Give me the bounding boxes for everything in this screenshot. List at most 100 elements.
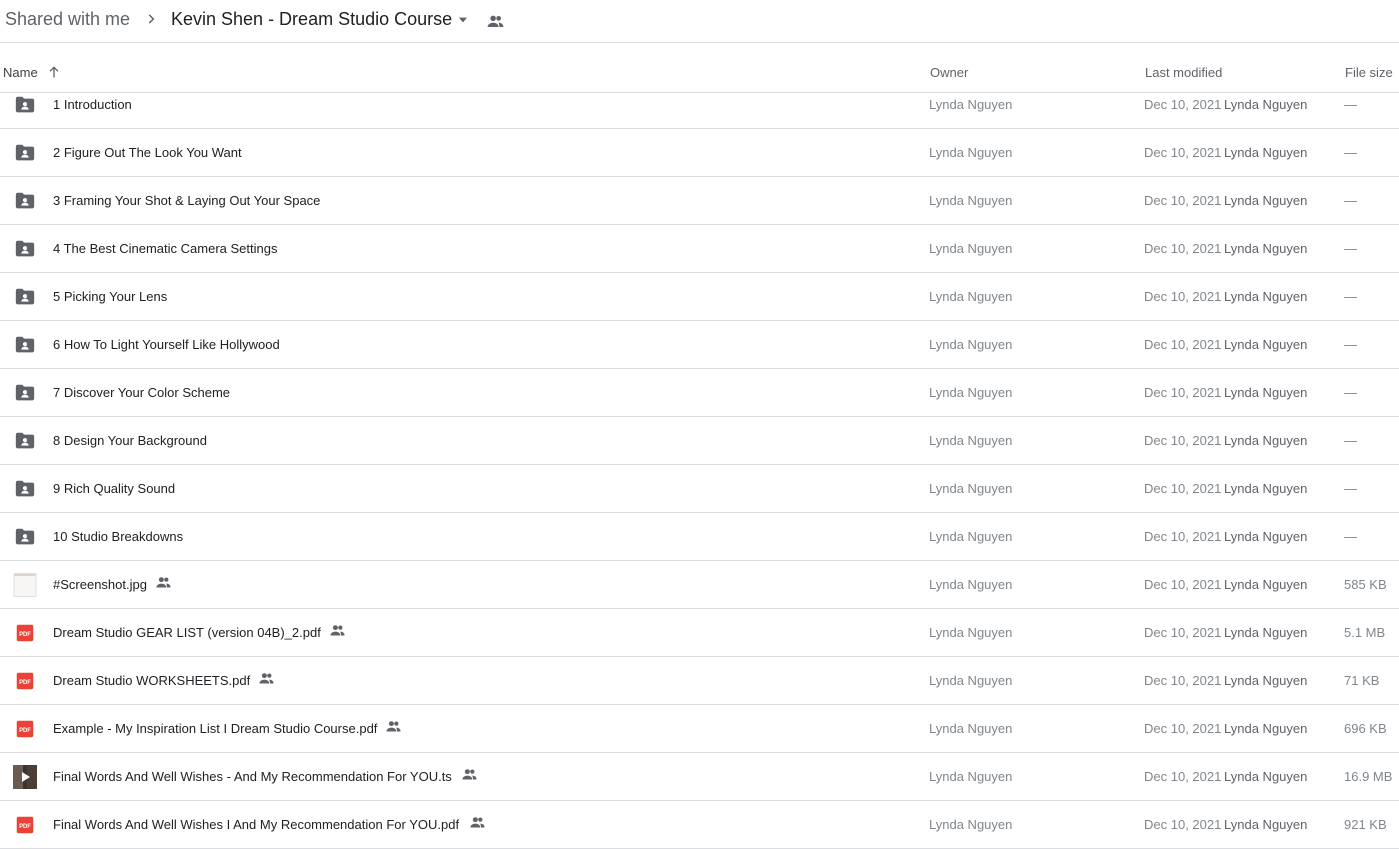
- chevron-right-icon: [148, 14, 155, 24]
- modified-date: Dec 10, 2021: [1144, 529, 1222, 544]
- file-row[interactable]: PDF Dream Studio WORKSHEETS.pdf Lynda Nguy…: [0, 657, 1399, 705]
- modified-by: Lynda Nguyen: [1224, 97, 1308, 112]
- file-size: 921 KB: [1344, 817, 1387, 832]
- column-header-name[interactable]: Name: [3, 65, 38, 80]
- file-size: —: [1344, 529, 1357, 544]
- file-name[interactable]: 8 Design Your Background: [53, 433, 207, 449]
- file-row[interactable]: Final Words And Well Wishes - And My Rec…: [0, 753, 1399, 801]
- modified-date: Dec 10, 2021: [1144, 673, 1222, 688]
- file-size: 585 KB: [1344, 577, 1387, 592]
- file-row[interactable]: 6 How To Light Yourself Like Hollywood Ly…: [0, 321, 1399, 369]
- shared-folder-icon: [14, 382, 36, 404]
- file-size: —: [1344, 241, 1357, 256]
- shared-folder-icon: [14, 478, 36, 500]
- file-owner: Lynda Nguyen: [929, 97, 1013, 112]
- file-size: —: [1344, 145, 1357, 160]
- modified-date: Dec 10, 2021: [1144, 817, 1222, 832]
- people-icon: [258, 670, 275, 687]
- file-name[interactable]: 10 Studio Breakdowns: [53, 529, 183, 545]
- file-name[interactable]: 5 Picking Your Lens: [53, 289, 167, 305]
- image-thumbnail-icon: [13, 573, 37, 597]
- modified-by: Lynda Nguyen: [1224, 481, 1308, 496]
- file-row[interactable]: 2 Figure Out The Look You Want Lynda Nguy…: [0, 129, 1399, 177]
- file-size: 71 KB: [1344, 673, 1380, 688]
- file-size: —: [1344, 193, 1357, 208]
- file-name[interactable]: 4 The Best Cinematic Camera Settings: [53, 241, 277, 257]
- shared-folder-icon: [14, 334, 36, 356]
- file-name[interactable]: Final Words And Well Wishes I And My Rec…: [53, 817, 459, 833]
- svg-text:PDF: PDF: [19, 632, 31, 638]
- modified-by: Lynda Nguyen: [1224, 817, 1308, 832]
- file-name[interactable]: 6 How To Light Yourself Like Hollywood: [53, 337, 280, 353]
- shared-folder-icon: [14, 430, 36, 452]
- file-name[interactable]: Dream Studio GEAR LIST (version 04B)_2.p…: [53, 625, 321, 641]
- file-row[interactable]: 5 Picking Your Lens Lynda Nguyen Dec 10, 2…: [0, 273, 1399, 321]
- file-name[interactable]: 2 Figure Out The Look You Want: [53, 145, 242, 161]
- file-owner: Lynda Nguyen: [929, 625, 1013, 640]
- modified-date: Dec 10, 2021: [1144, 97, 1222, 112]
- modified-date: Dec 10, 2021: [1144, 625, 1222, 640]
- file-row[interactable]: 7 Discover Your Color Scheme Lynda Nguyen…: [0, 369, 1399, 417]
- shared-folder-icon: [14, 238, 36, 260]
- pdf-icon: PDF: [14, 718, 36, 740]
- breadcrumb-current-folder[interactable]: Kevin Shen - Dream Studio Course: [171, 8, 452, 30]
- file-size: —: [1344, 97, 1357, 112]
- file-owner: Lynda Nguyen: [929, 145, 1013, 160]
- people-icon: [155, 574, 172, 591]
- file-owner: Lynda Nguyen: [929, 193, 1013, 208]
- people-icon: [329, 622, 346, 639]
- pdf-icon: PDF: [14, 622, 36, 644]
- file-row[interactable]: PDF Example - My Inspiration List I Dream…: [0, 705, 1399, 753]
- file-row[interactable]: #Screenshot.jpg Lynda Nguyen Dec 10, 2021 L…: [0, 561, 1399, 609]
- file-size: 16.9 MB: [1344, 769, 1393, 784]
- file-name[interactable]: 3 Framing Your Shot & Laying Out Your Sp…: [53, 193, 320, 209]
- file-name[interactable]: 7 Discover Your Color Scheme: [53, 385, 230, 401]
- shared-folder-icon: [14, 286, 36, 308]
- people-icon: [461, 766, 478, 783]
- file-row[interactable]: PDF Dream Studio GEAR LIST (version 04B)_…: [0, 609, 1399, 657]
- modified-by: Lynda Nguyen: [1224, 337, 1308, 352]
- modified-by: Lynda Nguyen: [1224, 721, 1308, 736]
- modified-by: Lynda Nguyen: [1224, 193, 1308, 208]
- modified-by: Lynda Nguyen: [1224, 769, 1308, 784]
- file-row[interactable]: 1 Introduction Lynda Nguyen Dec 10, 2021 Ly…: [0, 81, 1399, 129]
- modified-date: Dec 10, 2021: [1144, 481, 1222, 496]
- caret-down-icon[interactable]: [456, 13, 470, 27]
- file-row[interactable]: PDF Final Words And Well Wishes I And My …: [0, 801, 1399, 849]
- file-owner: Lynda Nguyen: [929, 721, 1013, 736]
- shared-folder-icon: [14, 526, 36, 548]
- file-owner: Lynda Nguyen: [929, 337, 1013, 352]
- file-size: —: [1344, 337, 1357, 352]
- file-row[interactable]: 9 Rich Quality Sound Lynda Nguyen Dec 10, …: [0, 465, 1399, 513]
- modified-by: Lynda Nguyen: [1224, 529, 1308, 544]
- file-row[interactable]: 8 Design Your Background Lynda Nguyen Dec …: [0, 417, 1399, 465]
- file-size: —: [1344, 289, 1357, 304]
- column-header-owner[interactable]: Owner: [930, 65, 968, 80]
- file-name[interactable]: Example - My Inspiration List I Dream St…: [53, 721, 377, 737]
- breadcrumb-shared-with-me[interactable]: Shared with me: [5, 8, 130, 30]
- file-owner: Lynda Nguyen: [929, 529, 1013, 544]
- modified-by: Lynda Nguyen: [1224, 145, 1308, 160]
- file-size: —: [1344, 385, 1357, 400]
- file-size: 696 KB: [1344, 721, 1387, 736]
- modified-date: Dec 10, 2021: [1144, 577, 1222, 592]
- file-row[interactable]: 4 The Best Cinematic Camera Settings Lynd…: [0, 225, 1399, 273]
- column-header-file-size[interactable]: File size: [1345, 65, 1393, 80]
- modified-date: Dec 10, 2021: [1144, 385, 1222, 400]
- file-name[interactable]: Dream Studio WORKSHEETS.pdf: [53, 673, 250, 689]
- file-row[interactable]: 10 Studio Breakdowns Lynda Nguyen Dec 10, …: [0, 513, 1399, 561]
- modified-by: Lynda Nguyen: [1224, 577, 1308, 592]
- shared-folder-icon: [14, 94, 36, 116]
- file-owner: Lynda Nguyen: [929, 769, 1013, 784]
- modified-date: Dec 10, 2021: [1144, 433, 1222, 448]
- file-name[interactable]: 1 Introduction: [53, 97, 132, 113]
- arrow-up-icon[interactable]: [46, 64, 62, 80]
- file-owner: Lynda Nguyen: [929, 673, 1013, 688]
- file-name[interactable]: Final Words And Well Wishes - And My Rec…: [53, 769, 452, 785]
- modified-date: Dec 10, 2021: [1144, 337, 1222, 352]
- column-header-last-modified[interactable]: Last modified: [1145, 65, 1222, 80]
- file-owner: Lynda Nguyen: [929, 817, 1013, 832]
- file-row[interactable]: 3 Framing Your Shot & Laying Out Your Sp…: [0, 177, 1399, 225]
- file-name[interactable]: 9 Rich Quality Sound: [53, 481, 175, 497]
- file-name[interactable]: #Screenshot.jpg: [53, 577, 147, 593]
